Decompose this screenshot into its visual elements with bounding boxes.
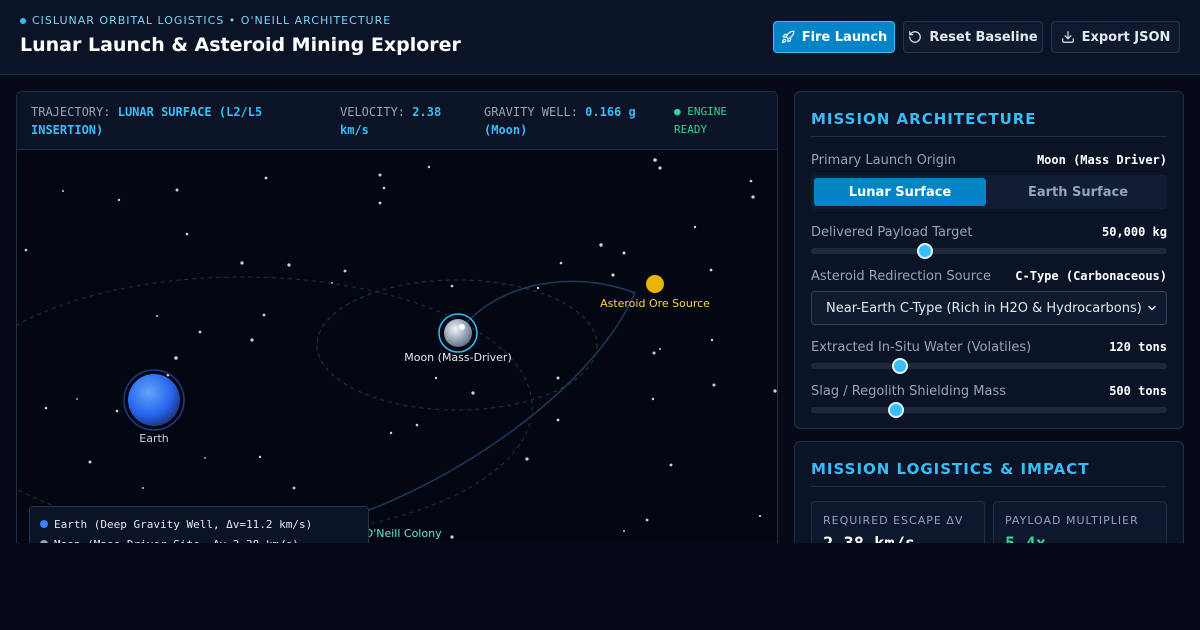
logistics-title: MISSION LOGISTICS & IMPACT bbox=[811, 460, 1090, 478]
legend-item-earth: Earth (Deep Gravity Well, Δv=11.2 km/s) bbox=[40, 514, 358, 534]
legend-earth-text: Earth (Deep Gravity Well, Δv=11.2 km/s) bbox=[54, 517, 313, 531]
rocket-icon bbox=[781, 30, 795, 44]
reset-baseline-button[interactable]: Reset Baseline bbox=[903, 21, 1043, 53]
export-json-button[interactable]: Export JSON bbox=[1051, 21, 1180, 53]
architecture-title: MISSION ARCHITECTURE bbox=[811, 110, 1037, 128]
orbital-scene[interactable]: Earth Moon (Mass-Driver) Asteroid Ore So… bbox=[17, 150, 778, 561]
trajectory-readout: TRAJECTORY: LUNAR SURFACE (L2/L5 INSERTI… bbox=[31, 103, 321, 139]
payload-label: Delivered Payload Target bbox=[811, 225, 973, 240]
divider bbox=[811, 136, 1167, 137]
lunar-surface-option[interactable]: Lunar Surface bbox=[814, 178, 986, 206]
payload-slider[interactable] bbox=[811, 243, 1167, 259]
asteroid-body[interactable] bbox=[646, 275, 664, 293]
slag-value: 500 tons bbox=[1109, 384, 1167, 398]
earth-dot-icon bbox=[40, 520, 48, 528]
launch-origin-toggle: Lunar Surface Earth Surface bbox=[811, 175, 1167, 209]
water-slider[interactable] bbox=[811, 358, 1167, 374]
slag-label: Slag / Regolith Shielding Mass bbox=[811, 384, 1006, 399]
download-icon bbox=[1061, 31, 1074, 43]
earth-surface-option[interactable]: Earth Surface bbox=[992, 178, 1164, 206]
water-slider-thumb[interactable] bbox=[892, 358, 908, 374]
starfield bbox=[24, 158, 777, 539]
orbital-canvas-panel: TRAJECTORY: LUNAR SURFACE (L2/L5 INSERTI… bbox=[16, 91, 778, 561]
fire-launch-label: Fire Launch bbox=[801, 29, 888, 45]
telemetry-bar: TRAJECTORY: LUNAR SURFACE (L2/L5 INSERTI… bbox=[17, 92, 777, 150]
escape-dv-label: REQUIRED ESCAPE ΔV bbox=[823, 514, 964, 527]
mission-architecture-card: MISSION ARCHITECTURE Primary Launch Orig… bbox=[794, 91, 1184, 429]
moon-label: Moon (Mass-Driver) bbox=[404, 351, 512, 364]
asteroid-label: Asteroid Ore Source bbox=[600, 297, 710, 310]
earth-orbit-path bbox=[17, 276, 533, 538]
asteroid-select-value: Near-Earth C-Type (Rich in H2O & Hydroca… bbox=[826, 300, 1142, 316]
reset-baseline-label: Reset Baseline bbox=[929, 29, 1038, 45]
divider bbox=[811, 486, 1167, 487]
chevron-down-icon bbox=[1148, 305, 1156, 311]
reset-icon bbox=[909, 31, 922, 43]
engine-status-badge: ● ENGINE READY bbox=[674, 105, 727, 136]
origin-value: Moon (Mass Driver) bbox=[1036, 153, 1167, 167]
payload-multiplier-label: PAYLOAD MULTIPLIER bbox=[1005, 514, 1139, 527]
status-dot-icon bbox=[20, 17, 26, 24]
earth-planet[interactable] bbox=[123, 369, 185, 431]
page-title: Lunar Launch & Asteroid Mining Explorer bbox=[20, 34, 461, 56]
trajectory-label: TRAJECTORY: bbox=[31, 105, 111, 119]
asteroid-source-label: Asteroid Redirection Source bbox=[811, 269, 991, 284]
gravity-readout: GRAVITY WELL: 0.166 g (Moon) bbox=[484, 103, 664, 139]
eyebrow-text: CISLUNAR ORBITAL LOGISTICS • O'NEILL ARC… bbox=[32, 14, 392, 27]
app-eyebrow: CISLUNAR ORBITAL LOGISTICS • O'NEILL ARC… bbox=[20, 14, 391, 27]
asteroid-source-value: C-Type (Carbonaceous) bbox=[1015, 269, 1167, 283]
velocity-label: VELOCITY: bbox=[340, 105, 406, 119]
export-json-label: Export JSON bbox=[1081, 29, 1171, 45]
transfer-trajectory bbox=[358, 280, 636, 515]
viewport-bottom-area bbox=[0, 543, 1200, 630]
moon-body[interactable] bbox=[438, 313, 478, 353]
asteroid-source-select[interactable]: Near-Earth C-Type (Rich in H2O & Hydroca… bbox=[811, 291, 1167, 325]
water-value: 120 tons bbox=[1109, 340, 1167, 354]
origin-label: Primary Launch Origin bbox=[811, 153, 956, 168]
gravity-label: GRAVITY WELL: bbox=[484, 105, 578, 119]
payload-slider-thumb[interactable] bbox=[916, 243, 933, 259]
velocity-readout: VELOCITY: 2.38 km/s bbox=[340, 103, 470, 139]
slag-slider-thumb[interactable] bbox=[888, 402, 905, 418]
earth-label: Earth bbox=[139, 432, 169, 445]
slag-slider[interactable] bbox=[811, 402, 1167, 418]
fire-launch-button[interactable]: Fire Launch bbox=[773, 21, 895, 53]
payload-value: 50,000 kg bbox=[1101, 225, 1167, 239]
top-bar: CISLUNAR ORBITAL LOGISTICS • O'NEILL ARC… bbox=[0, 0, 1200, 75]
water-label: Extracted In-Situ Water (Volatiles) bbox=[811, 340, 1032, 355]
